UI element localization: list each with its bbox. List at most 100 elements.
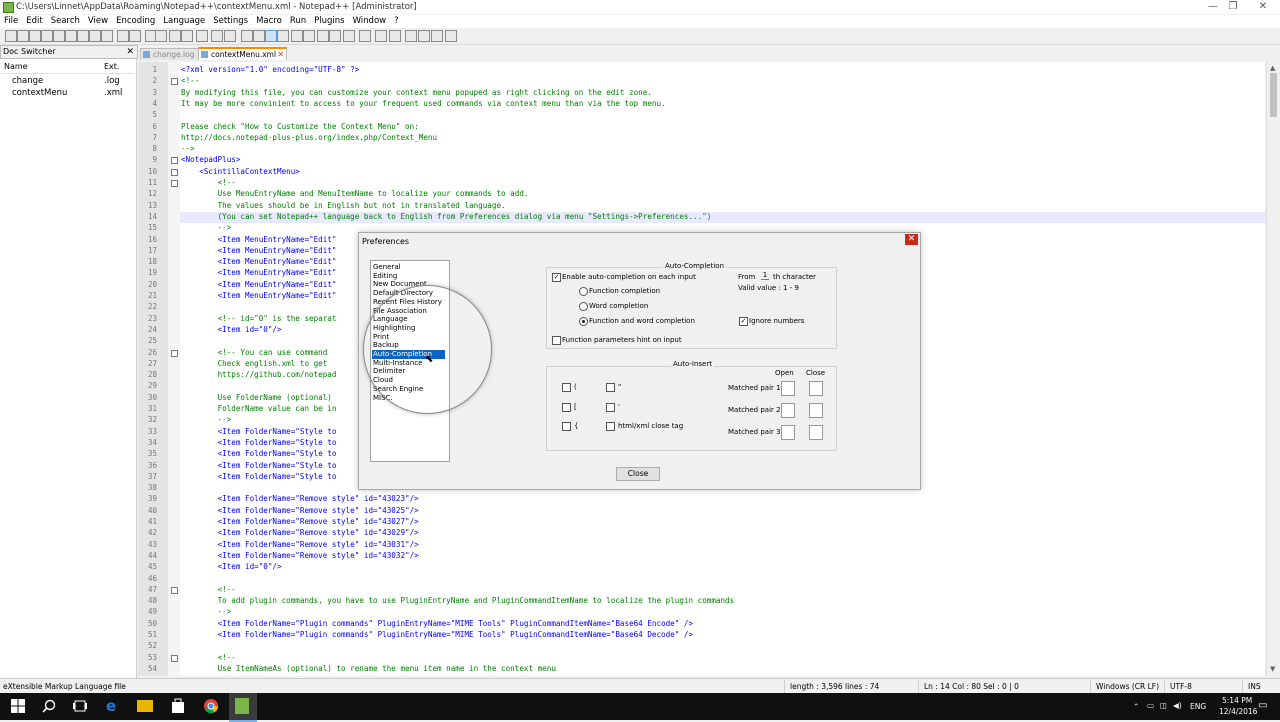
chrome-icon[interactable] bbox=[203, 698, 219, 714]
toolbar-icon[interactable] bbox=[211, 30, 223, 42]
menu-view[interactable]: View bbox=[84, 15, 112, 28]
toolbar-icon[interactable] bbox=[431, 30, 443, 42]
toolbar-icon[interactable] bbox=[405, 30, 417, 42]
html-close-tag-checkbox[interactable] bbox=[606, 422, 615, 431]
code-line[interactable]: --> bbox=[181, 607, 232, 616]
scroll-up-icon[interactable]: ▲ bbox=[1270, 64, 1275, 72]
toolbar-icon[interactable] bbox=[445, 30, 457, 42]
scroll-down-icon[interactable]: ▼ bbox=[1270, 665, 1275, 673]
file-explorer-icon[interactable] bbox=[137, 700, 153, 712]
category-highlighting[interactable]: Highlighting bbox=[373, 324, 415, 333]
menu-run[interactable]: Run bbox=[286, 15, 310, 28]
code-line[interactable]: http://docs.notepad-plus-plus.org/index.… bbox=[181, 133, 437, 142]
dialog-close-icon[interactable]: ✕ bbox=[905, 234, 918, 245]
toolbar-icon[interactable] bbox=[359, 30, 371, 42]
matched-pair-1-open-input[interactable] bbox=[781, 381, 795, 396]
fold-toggle-icon[interactable] bbox=[171, 78, 178, 86]
matched-pair-1-close-input[interactable] bbox=[809, 381, 823, 396]
menu-edit[interactable]: Edit bbox=[22, 15, 46, 28]
single-quote-checkbox[interactable] bbox=[606, 403, 615, 412]
toolbar-icon[interactable] bbox=[375, 30, 387, 42]
code-line[interactable]: Use FolderName (optional) bbox=[181, 393, 332, 402]
toolbar-icon[interactable] bbox=[17, 30, 29, 42]
task-view-icon[interactable] bbox=[72, 698, 88, 714]
category-language[interactable]: Language bbox=[373, 315, 408, 324]
category-editing[interactable]: Editing bbox=[373, 272, 397, 281]
code-line[interactable]: Check english.xml to get bbox=[181, 359, 328, 368]
col-ext-header[interactable]: Ext. bbox=[104, 62, 119, 71]
menu-file[interactable]: File bbox=[0, 15, 22, 28]
code-line[interactable]: <!-- You can use command bbox=[181, 348, 328, 357]
toolbar-icon[interactable] bbox=[277, 30, 289, 42]
tab-change-log[interactable]: change.log bbox=[140, 48, 204, 60]
volume-icon[interactable]: ◀) bbox=[1173, 701, 1182, 710]
toolbar-icon[interactable] bbox=[41, 30, 53, 42]
toolbar-icon[interactable] bbox=[155, 30, 167, 42]
toolbar-icon[interactable] bbox=[5, 30, 17, 42]
toolbar-icon[interactable] bbox=[181, 30, 193, 42]
code-line[interactable]: <Item FolderName="Remove style" id="4302… bbox=[181, 494, 419, 503]
double-quote-checkbox[interactable] bbox=[606, 383, 615, 392]
battery-icon[interactable]: ▭ bbox=[1147, 701, 1154, 710]
bracket-checkbox[interactable] bbox=[562, 403, 571, 412]
close-button[interactable]: Close bbox=[616, 467, 660, 481]
code-line[interactable]: FolderName value can be in bbox=[181, 404, 337, 413]
category-auto-completion[interactable]: Auto-Completion bbox=[372, 350, 445, 359]
fold-toggle-icon[interactable] bbox=[171, 168, 178, 176]
toolbar-icon[interactable] bbox=[53, 30, 65, 42]
code-line[interactable]: <Item FolderName="Style to bbox=[181, 438, 337, 447]
matched-pair-3-open-input[interactable] bbox=[781, 425, 795, 440]
code-line[interactable]: --> bbox=[181, 144, 195, 153]
tray-chevron-icon[interactable]: ⌃ bbox=[1133, 702, 1139, 711]
code-line[interactable]: <!-- bbox=[181, 76, 199, 85]
enable-autocompletion-checkbox[interactable]: ✓ bbox=[552, 273, 561, 282]
toolbar-icon[interactable] bbox=[389, 30, 401, 42]
toolbar-icon[interactable] bbox=[303, 30, 315, 42]
ignore-numbers-checkbox[interactable]: ✓ bbox=[739, 317, 748, 326]
taskbar-notepad-active[interactable] bbox=[229, 693, 257, 722]
code-line[interactable]: To add plugin commands, you have to use … bbox=[181, 596, 735, 605]
toolbar-icon[interactable] bbox=[224, 30, 236, 42]
notification-icon[interactable]: ▭ bbox=[1258, 700, 1267, 711]
tab-context-menu-xml[interactable]: contextMenu.xml ✕ bbox=[198, 47, 287, 60]
brace-checkbox[interactable] bbox=[562, 422, 571, 431]
toolbar-icon[interactable] bbox=[29, 30, 41, 42]
category-multi-instance[interactable]: Multi-Instance bbox=[373, 359, 422, 368]
clock-date[interactable]: 12/4/2016 bbox=[1219, 707, 1257, 716]
code-line[interactable]: <Item FolderName="Remove style" id="4303… bbox=[181, 551, 419, 560]
doc-item-ext[interactable]: .log bbox=[104, 76, 120, 86]
maximize-button[interactable]: ❐ bbox=[1218, 1, 1248, 13]
code-line[interactable]: <Item MenuEntryName="Edit" bbox=[181, 235, 337, 244]
toolbar-icon[interactable] bbox=[265, 30, 277, 42]
code-line[interactable]: <Item FolderName="Remove style" id="4302… bbox=[181, 517, 419, 526]
code-line[interactable]: <Item MenuEntryName="Edit" bbox=[181, 246, 337, 255]
col-name-header[interactable]: Name bbox=[4, 62, 28, 71]
from-character-input[interactable]: 1 bbox=[761, 271, 769, 280]
fold-toggle-icon[interactable] bbox=[171, 157, 178, 165]
matched-pair-2-open-input[interactable] bbox=[781, 403, 795, 418]
menu-plugins[interactable]: Plugins bbox=[310, 15, 348, 28]
fold-toggle-icon[interactable] bbox=[171, 586, 178, 594]
tab-close-icon[interactable]: ✕ bbox=[277, 49, 284, 60]
input-language[interactable]: ENG bbox=[1190, 702, 1206, 711]
toolbar-icon[interactable] bbox=[101, 30, 113, 42]
category-print[interactable]: Print bbox=[373, 333, 389, 342]
close-window-button[interactable]: ✕ bbox=[1248, 1, 1278, 13]
code-line[interactable]: It may be more convinient to access to y… bbox=[181, 99, 666, 108]
menu-help[interactable]: ? bbox=[390, 15, 403, 28]
fold-toggle-icon[interactable] bbox=[171, 180, 178, 187]
code-line[interactable]: <Item FolderName="Style to bbox=[181, 461, 337, 470]
toolbar-icon[interactable] bbox=[317, 30, 329, 42]
code-line[interactable]: <Item MenuEntryName="Edit" bbox=[181, 268, 337, 277]
network-icon[interactable]: ◫ bbox=[1160, 701, 1167, 710]
code-line[interactable]: <!-- bbox=[181, 178, 236, 187]
category-delimiter[interactable]: Delimiter bbox=[373, 367, 405, 376]
clock-time[interactable]: 5:14 PM bbox=[1222, 696, 1252, 705]
code-line[interactable]: Please check "How to Customize the Conte… bbox=[181, 122, 419, 131]
toolbar-icon[interactable] bbox=[291, 30, 303, 42]
category-cloud[interactable]: Cloud bbox=[373, 376, 393, 385]
category-backup[interactable]: Backup bbox=[373, 341, 399, 350]
search-icon[interactable] bbox=[41, 698, 57, 714]
code-line[interactable]: <Item id="0"/> bbox=[181, 325, 282, 334]
code-line[interactable]: <?xml version="1.0" encoding="UTF-8" ?> bbox=[181, 65, 359, 74]
